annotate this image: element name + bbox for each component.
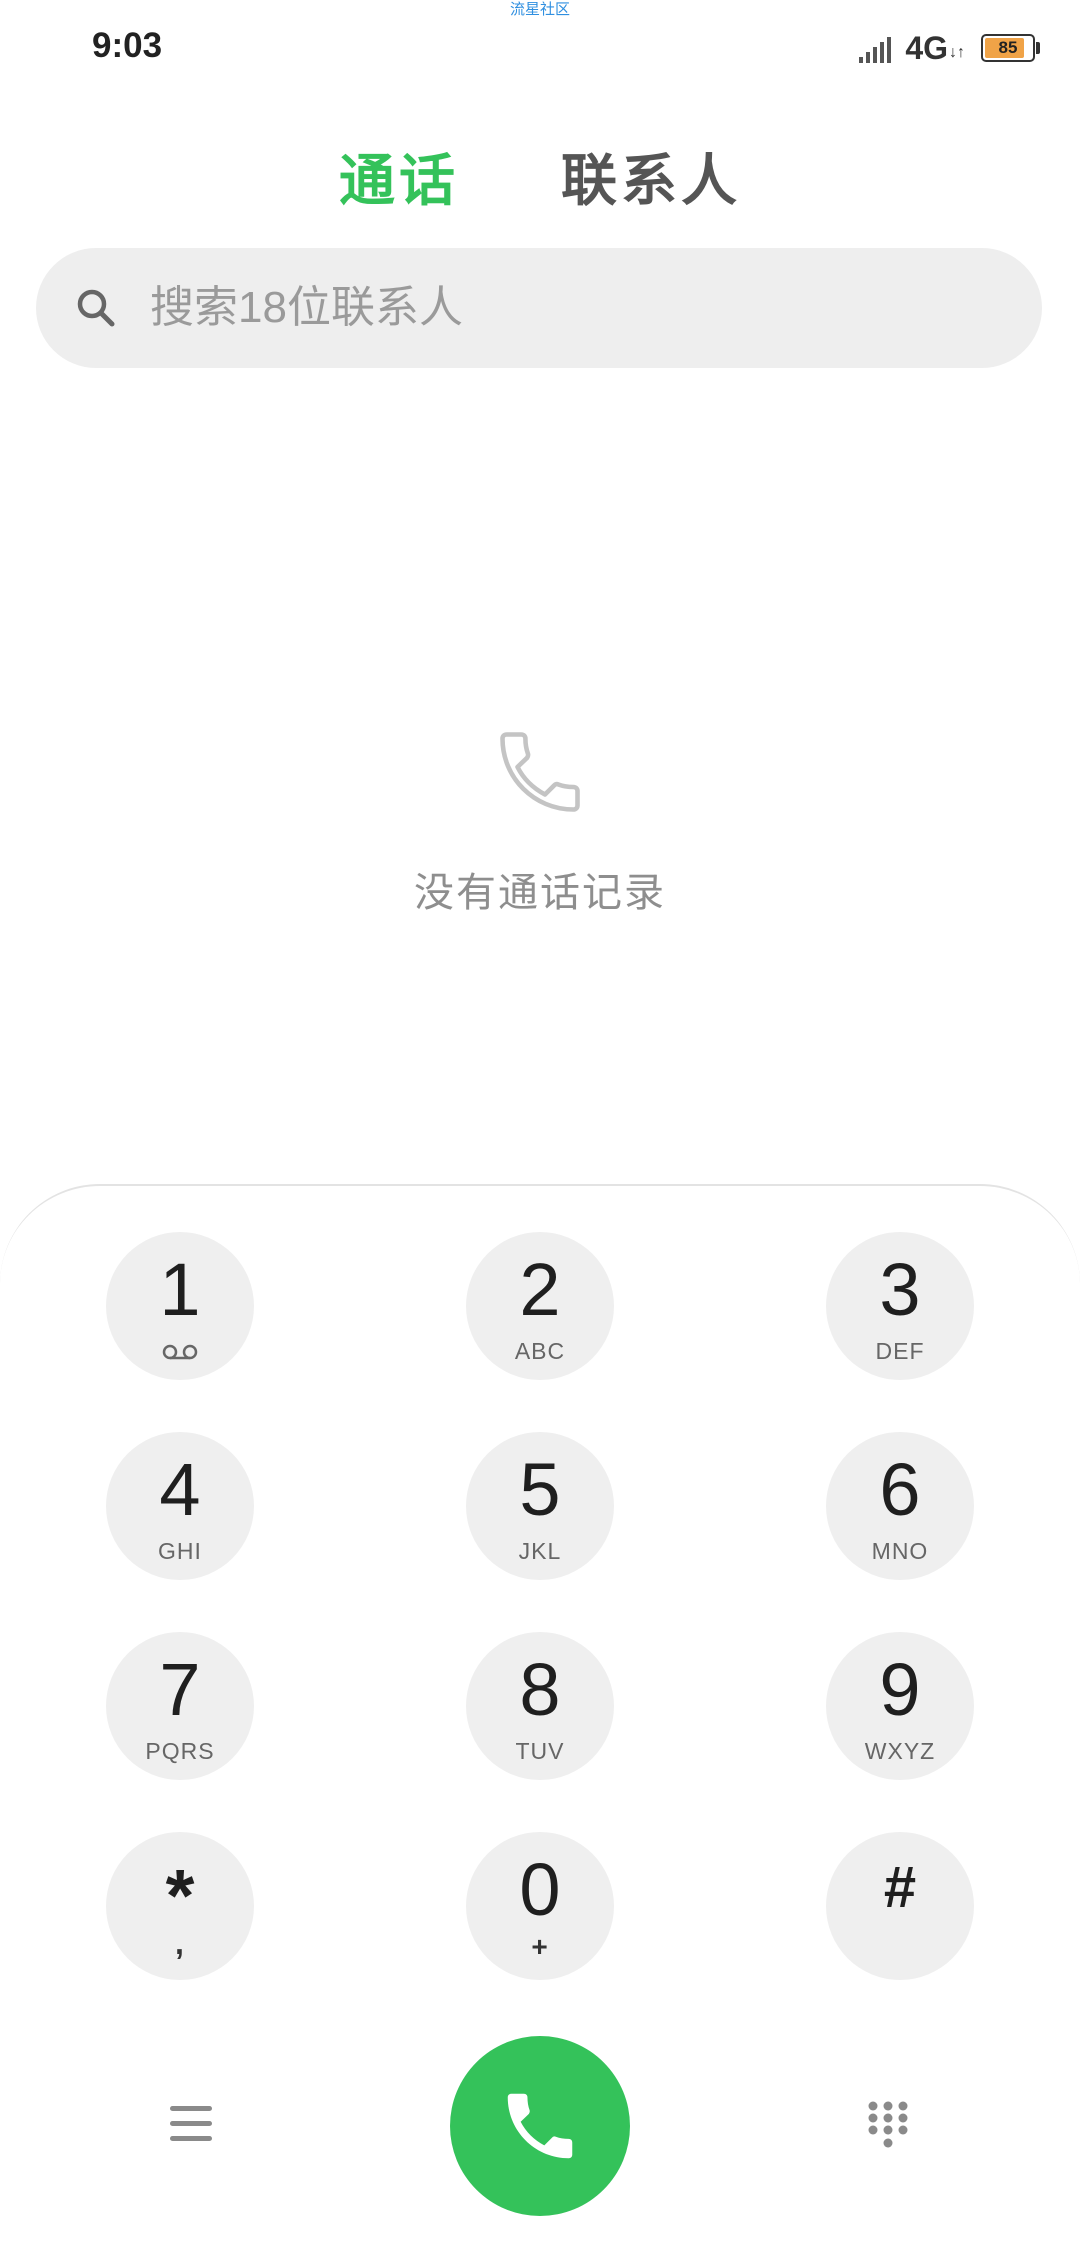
phone-outline-icon — [500, 732, 580, 812]
search-bar[interactable] — [36, 248, 1042, 368]
key-6[interactable]: 6 MNO — [826, 1432, 974, 1580]
key-letters: ABC — [514, 1338, 566, 1364]
key-digit: 3 — [879, 1248, 921, 1331]
key-8[interactable]: 8 TUV — [466, 1632, 614, 1780]
key-digit: # — [883, 1855, 917, 1920]
key-digit: 8 — [519, 1648, 561, 1731]
tab-contacts[interactable]: 联系人 — [561, 136, 741, 217]
signal-icon — [859, 33, 892, 63]
key-digit: 0 — [519, 1848, 561, 1931]
key-digit: 7 — [159, 1648, 201, 1731]
key-letters: TUV — [515, 1738, 565, 1764]
battery-level: 85 — [998, 38, 1018, 57]
key-digit: 6 — [879, 1448, 921, 1531]
network-activity-icon: ↓↑ — [949, 44, 965, 61]
tab-calls[interactable]: 通话 — [339, 136, 459, 217]
key-7[interactable]: 7 PQRS — [106, 1632, 254, 1780]
empty-state-text: 没有通话记录 — [414, 871, 666, 915]
key-letters: , — [175, 1925, 185, 1961]
key-digit: 9 — [879, 1648, 921, 1731]
tab-bar: 通话 联系人 — [0, 136, 1080, 217]
key-letters: JKL — [518, 1538, 562, 1564]
key-letters: DEF — [875, 1338, 925, 1364]
voicemail-icon — [162, 1344, 198, 1360]
key-1[interactable]: 1 — [106, 1232, 254, 1380]
key-digit: 5 — [519, 1448, 561, 1531]
status-bar: 9:03 4G ↓↑ 85 — [0, 0, 1080, 95]
key-digit: 2 — [519, 1248, 561, 1331]
key-letters: MNO — [871, 1538, 929, 1564]
search-icon — [77, 289, 115, 327]
key-letters: WXYZ — [864, 1738, 936, 1764]
key-letters: GHI — [158, 1538, 202, 1564]
empty-state: 没有通话记录 — [0, 722, 1080, 918]
key-0[interactable]: 0 + — [466, 1832, 614, 1980]
menu-icon[interactable] — [168, 2104, 214, 2144]
battery-nub — [1036, 42, 1040, 54]
phone-call-icon — [507, 2093, 573, 2159]
key-digit: 1 — [159, 1248, 201, 1331]
key-letters: PQRS — [145, 1738, 215, 1764]
call-button[interactable] — [450, 2036, 630, 2216]
status-icons: 4G ↓↑ 85 — [859, 28, 1040, 68]
search-input[interactable] — [148, 282, 952, 334]
key-star[interactable]: * , — [106, 1832, 254, 1980]
key-9[interactable]: 9 WXYZ — [826, 1632, 974, 1780]
battery-icon: 85 — [981, 34, 1035, 62]
network-type: 4G — [905, 29, 948, 66]
key-5[interactable]: 5 JKL — [466, 1432, 614, 1580]
status-time: 9:03 — [92, 26, 163, 65]
key-4[interactable]: 4 GHI — [106, 1432, 254, 1580]
key-3[interactable]: 3 DEF — [826, 1232, 974, 1380]
key-hash[interactable]: # — [826, 1832, 974, 1980]
key-digit: 4 — [159, 1448, 201, 1531]
key-letters: + — [531, 1931, 549, 1962]
dialpad-icon[interactable] — [866, 2100, 910, 2154]
key-2[interactable]: 2 ABC — [466, 1232, 614, 1380]
